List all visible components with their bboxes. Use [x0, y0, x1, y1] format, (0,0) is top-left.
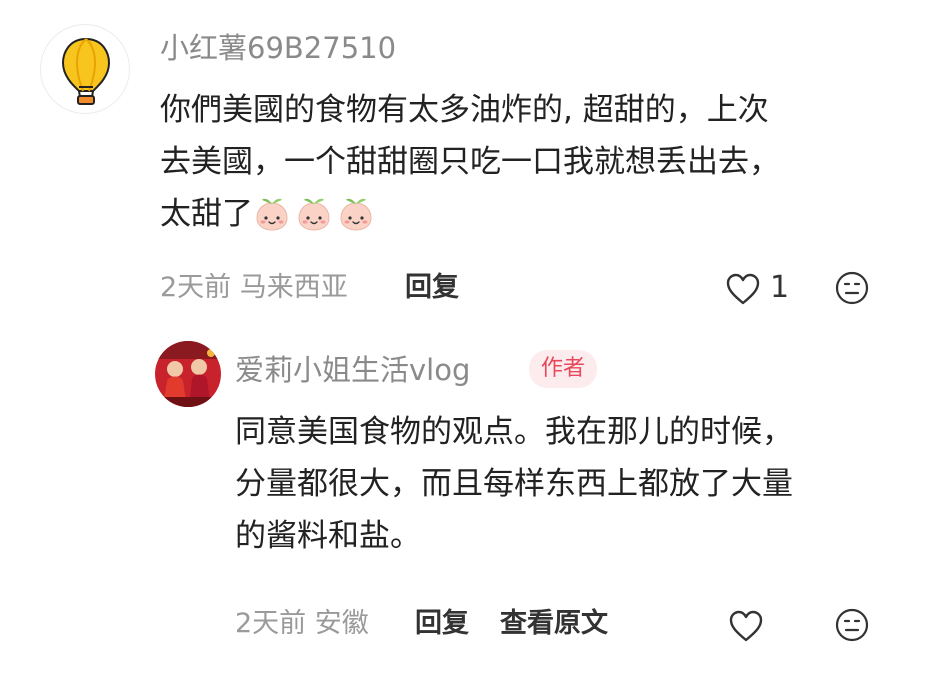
- meh-face-icon: [835, 271, 869, 305]
- reply-text-line-1: 同意美国食物的观点。我在那儿的时候，: [235, 414, 793, 450]
- reply-text-line-2: 分量都很大，而且每样东西上都放了大量: [235, 466, 793, 502]
- peach-emoji-group: [253, 196, 379, 232]
- comment-text-line-2: 去美國，一个甜甜圈只吃一口我就想丢出去，: [160, 144, 780, 180]
- author-badge: 作者: [529, 350, 598, 388]
- comment-meta: 2天前 马来西亚: [160, 270, 348, 306]
- comment-text-line-3-text: 太甜了: [160, 196, 253, 232]
- author-avatar-image: [155, 341, 221, 407]
- comment-location: 马来西亚: [239, 272, 348, 303]
- peach-emoji-icon: [298, 198, 330, 231]
- author-avatar[interactable]: [155, 341, 221, 407]
- comment-like-button[interactable]: [725, 272, 761, 310]
- reply-text-line-3: 的酱料和盐。: [235, 518, 421, 554]
- heart-outline-icon: [729, 610, 763, 642]
- reply-time: 2天前: [235, 608, 307, 639]
- hot-air-balloon-avatar-icon: [61, 37, 111, 105]
- comment-reaction-button[interactable]: [835, 271, 869, 309]
- reply-text: 同意美国食物的观点。我在那儿的时候， 分量都很大，而且每样东西上都放了大量 的酱…: [235, 406, 793, 562]
- comment-text: 你們美國的食物有太多油炸的, 超甜的，上次 去美國，一个甜甜圈只吃一口我就想丢出…: [160, 84, 780, 240]
- commenter-avatar[interactable]: [40, 24, 130, 114]
- comment-text-line-1: 你們美國的食物有太多油炸的, 超甜的，上次: [160, 92, 769, 128]
- reply-location: 安徽: [314, 608, 369, 639]
- peach-emoji-icon: [340, 198, 372, 231]
- meh-face-icon: [835, 608, 869, 642]
- reply-reaction-button[interactable]: [835, 608, 869, 646]
- comment-time: 2天前: [160, 272, 232, 303]
- heart-outline-icon: [726, 273, 760, 305]
- author-username[interactable]: 爱莉小姐生活vlog: [235, 350, 470, 390]
- reply-reply-button[interactable]: 回复: [415, 606, 469, 642]
- reply-meta: 2天前 安徽: [235, 606, 369, 642]
- reply-like-button[interactable]: [728, 609, 764, 647]
- commenter-username[interactable]: 小红薯69B27510: [160, 28, 396, 68]
- peach-emoji-icon: [256, 198, 288, 231]
- comment-like-count: 1: [770, 270, 790, 305]
- comment-reply-button[interactable]: 回复: [405, 270, 459, 306]
- comment-text-line-3: 太甜了: [160, 188, 780, 240]
- view-original-button[interactable]: 查看原文: [500, 606, 608, 642]
